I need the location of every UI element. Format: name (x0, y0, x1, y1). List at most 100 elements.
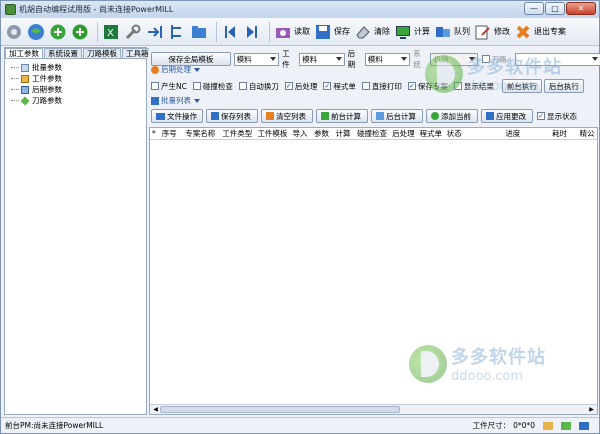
option-checkbox[interactable]: ✓ 程式单 (323, 81, 356, 92)
status-connection: 前台PM:尚未连接PowerMILL (5, 421, 104, 430)
save-button[interactable]: 保存 (314, 21, 350, 43)
column-header[interactable]: 进度 (503, 128, 550, 139)
file-operation-button[interactable]: 文件操作 (151, 109, 203, 123)
read-button[interactable]: 读取 (274, 21, 310, 43)
clear-label: 清除 (374, 27, 390, 36)
tab-machining-params[interactable]: 加工参数 (5, 48, 43, 58)
maximize-button[interactable]: □ (545, 2, 565, 15)
workpiece-combo[interactable]: 模料 (299, 52, 345, 66)
chevron-down-icon (401, 56, 408, 61)
excel-button[interactable]: X (102, 21, 120, 43)
column-header[interactable]: 工件类型 (220, 128, 255, 139)
column-header[interactable]: 序号 (160, 128, 183, 139)
exit-project-button[interactable]: 退出专案 (514, 21, 566, 43)
wrench-button[interactable] (124, 21, 142, 43)
column-header[interactable]: 工件模板 (255, 128, 290, 139)
add-button[interactable] (49, 21, 67, 43)
option-checkbox[interactable]: 自动换刀 (238, 81, 279, 92)
first-button[interactable] (221, 21, 239, 43)
cube-icon (21, 74, 29, 83)
save-label: 保存 (334, 27, 350, 36)
tree-item-toolpath[interactable]: 刀路参数 (11, 95, 146, 106)
apply-changes-button[interactable]: 应用更改 (481, 109, 533, 123)
status-size-value: 0*0*0 (513, 421, 535, 430)
status-size-label: 工件尺寸： (472, 421, 511, 430)
row-marker: * (152, 129, 156, 138)
folder-small-icon[interactable] (579, 421, 589, 430)
post-combo[interactable]: 模料 (364, 52, 411, 66)
calculate-button[interactable]: 计算 (394, 21, 430, 43)
import-icon (146, 23, 164, 41)
clear-button[interactable]: 清除 (354, 21, 390, 43)
scroll-thumb[interactable] (160, 406, 400, 413)
wrench-icon (124, 23, 142, 41)
column-header[interactable]: 精公 (577, 128, 597, 139)
close-button[interactable]: ✕ (566, 2, 596, 15)
column-header[interactable]: 后处理 (390, 128, 417, 139)
tab-toolpath-templates[interactable]: 刀路模板 (83, 48, 121, 58)
column-header[interactable]: 计算 (334, 128, 355, 139)
option-checkbox[interactable]: 直接打印 (361, 81, 402, 92)
show-status-checkbox[interactable]: ✓ 显示状态 (537, 111, 577, 122)
tree-item-batch[interactable]: 批量参数 (11, 62, 146, 73)
option-checkbox[interactable]: 产生NC (151, 81, 187, 92)
queue-icon (434, 23, 452, 41)
monitor-icon (321, 112, 329, 120)
watermark-en: ddooo.com (467, 79, 540, 94)
tree-item-post[interactable]: 后期参数 (11, 84, 146, 95)
option-checkbox[interactable]: 碰撞检查 (192, 81, 233, 92)
tree-item-workpiece[interactable]: 工件参数 (11, 73, 146, 84)
settings-button[interactable] (5, 21, 23, 43)
import-button[interactable] (146, 21, 164, 43)
modify-button[interactable]: 修改 (474, 21, 510, 43)
last-button[interactable] (243, 21, 261, 43)
queue-icon (376, 112, 384, 120)
app-window: 机胡自动编程试用版 - 尚未连接PowerMILL — □ ✕ X 读取 保存 … (0, 0, 600, 434)
add-icon (431, 112, 439, 120)
tab-toolbox[interactable]: 工具箱 (122, 48, 153, 58)
column-header[interactable]: 专案名称 (183, 128, 220, 139)
checkbox-box: ✓ (323, 82, 332, 90)
app-icon (5, 4, 16, 15)
queue-label: 队列 (454, 27, 470, 36)
left-panel: 加工参数 系统设置 刀路模板 工具箱 批量参数 工件参数 后期参数 刀路参数 (4, 47, 153, 415)
tree-button[interactable] (168, 21, 186, 43)
read-label: 读取 (294, 27, 310, 36)
queue-button[interactable]: 队列 (434, 21, 470, 43)
checkbox-box: ✓ (407, 82, 416, 90)
chevron-down-icon (592, 56, 599, 61)
post-section-header[interactable]: 后期处理 (151, 64, 200, 75)
diamond-icon (20, 95, 30, 106)
background-calc-button[interactable]: 后台计算 (371, 109, 423, 123)
batch-section-title: 批量列表 (161, 95, 200, 106)
column-header[interactable]: 程式单 (417, 128, 444, 139)
clear-list-button[interactable]: 清空列表 (261, 109, 313, 123)
scroll-left-icon[interactable]: ◀ (151, 406, 160, 414)
foreground-calc-button[interactable]: 前台计算 (316, 109, 368, 123)
chevron-down-icon (194, 67, 200, 72)
batch-section-header[interactable]: 批量列表 (151, 95, 200, 106)
save-list-button[interactable]: 保存列表 (206, 109, 258, 123)
column-header[interactable]: 状态 (445, 128, 504, 139)
gear-icon (5, 23, 23, 41)
column-header[interactable]: 碰撞检查 (355, 128, 390, 139)
add-current-button[interactable]: 添加当前 (426, 109, 478, 123)
main-toolbar: X 读取 保存 清除 计算 队列 修改 退出专案 (1, 18, 599, 46)
horizontal-scrollbar[interactable]: ◀ ▶ (150, 404, 597, 414)
status-bar: 前台PM:尚未连接PowerMILL 工件尺寸： 0*0*0 (1, 417, 599, 433)
watermark-cn: 多多软件站 (467, 57, 562, 78)
folder-button[interactable] (190, 21, 208, 43)
lock-icon[interactable] (543, 421, 553, 430)
tab-system-settings[interactable]: 系统设置 (44, 48, 82, 58)
column-header[interactable]: 耗时 (550, 128, 577, 139)
add-sub-button[interactable] (71, 21, 89, 43)
option-checkbox[interactable]: ✓ 后处理 (284, 81, 317, 92)
globe-button[interactable] (27, 21, 45, 43)
scroll-right-icon[interactable]: ▶ (587, 406, 596, 414)
folder-icon (190, 23, 208, 41)
globe-small-icon[interactable] (561, 421, 571, 430)
column-header[interactable]: 参数 (312, 128, 333, 139)
column-header[interactable]: 导入 (291, 128, 312, 139)
template-combo[interactable]: 模料 (233, 52, 280, 66)
minimize-button[interactable]: — (524, 2, 544, 15)
